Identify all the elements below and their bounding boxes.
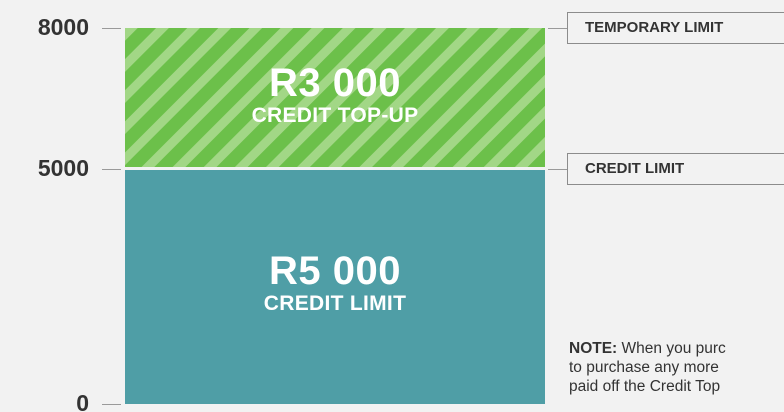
y-tick-label-0: 0 [76,390,89,412]
bar-segment-credit-top-up: R3 000 CREDIT TOP-UP [125,28,545,169]
annotation-connector [548,28,567,29]
y-tick-mark [102,404,121,405]
segment-divider [125,167,545,170]
annotation-label-temporary-limit: TEMPORARY LIMIT [567,12,784,44]
y-tick-mark [102,28,121,29]
note-prefix: NOTE: [569,340,618,357]
annotation-label-credit-limit: CREDIT LIMIT [567,153,784,185]
note-line-1-text: When you purc [617,340,726,357]
annotation-connector [548,169,567,170]
credit-limit-chart: 8000 5000 0 R5 000 CREDIT LIMIT R3 000 CREDIT… [0,0,784,412]
y-tick-mark [102,169,121,170]
note-line-3: paid off the Credit Top [569,378,721,395]
y-tick-label-8000: 8000 [37,14,89,40]
note-line-2: to purchase any more [569,359,719,376]
bar-segment-credit-limit: R5 000 CREDIT LIMIT [125,169,545,404]
segment-caption-label: CREDIT TOP-UP [251,103,419,127]
note-text: NOTE: When you purc to purchase any more… [569,339,784,396]
segment-amount-label: R3 000 [269,60,401,105]
note-line-1: NOTE: When you purc [569,339,784,358]
segment-caption-label: CREDIT LIMIT [263,291,407,315]
segment-amount-label: R5 000 [269,248,401,293]
y-tick-label-5000: 5000 [37,155,89,181]
